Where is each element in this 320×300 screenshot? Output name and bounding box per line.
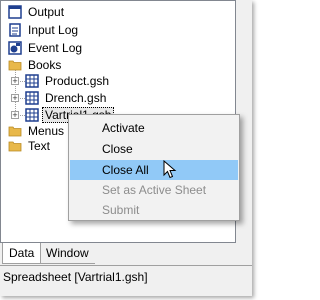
- menu-item-set-active-sheet: Set as Active Sheet: [102, 183, 207, 197]
- log-document-icon: [8, 23, 22, 37]
- tree-item-label: Event Log: [28, 41, 83, 55]
- tree-item-label: Menus: [28, 124, 65, 138]
- menu-item-close[interactable]: Close: [70, 139, 238, 159]
- expand-plus-icon[interactable]: +: [11, 77, 19, 86]
- panel-tabs: Data Window: [0, 243, 252, 265]
- tree-item-label: Books: [28, 58, 62, 72]
- tree-item-label: Text: [28, 139, 51, 153]
- status-bar: Spreadsheet [Vartrial1.gsh]: [0, 265, 252, 287]
- menu-item-close-all[interactable]: Close All: [70, 160, 238, 180]
- expand-plus-icon[interactable]: +: [11, 94, 19, 103]
- event-log-icon: [8, 41, 22, 55]
- mouse-pointer-icon: [163, 160, 177, 179]
- tree-item-label: Input Log: [28, 23, 79, 37]
- spreadsheet-icon: [25, 91, 39, 105]
- folder-icon: [8, 58, 22, 72]
- spreadsheet-icon: [25, 108, 39, 122]
- tree-item-label: Product.gsh: [45, 74, 110, 88]
- spreadsheet-icon: [25, 74, 39, 88]
- menu-item-submit: Submit: [102, 203, 140, 217]
- tree-item-label: Drench.gsh: [45, 91, 107, 105]
- tab-data[interactable]: Data: [2, 243, 42, 264]
- output-window-icon: [8, 5, 22, 19]
- tab-window[interactable]: Window: [40, 243, 95, 264]
- folder-icon: [8, 139, 22, 153]
- menu-item-activate[interactable]: Activate: [70, 118, 238, 138]
- context-menu: Activate Close Close All Set as Active S…: [68, 114, 240, 221]
- folder-icon: [8, 124, 22, 138]
- expand-plus-icon[interactable]: +: [11, 111, 19, 120]
- tree-item-label: Output: [28, 5, 65, 19]
